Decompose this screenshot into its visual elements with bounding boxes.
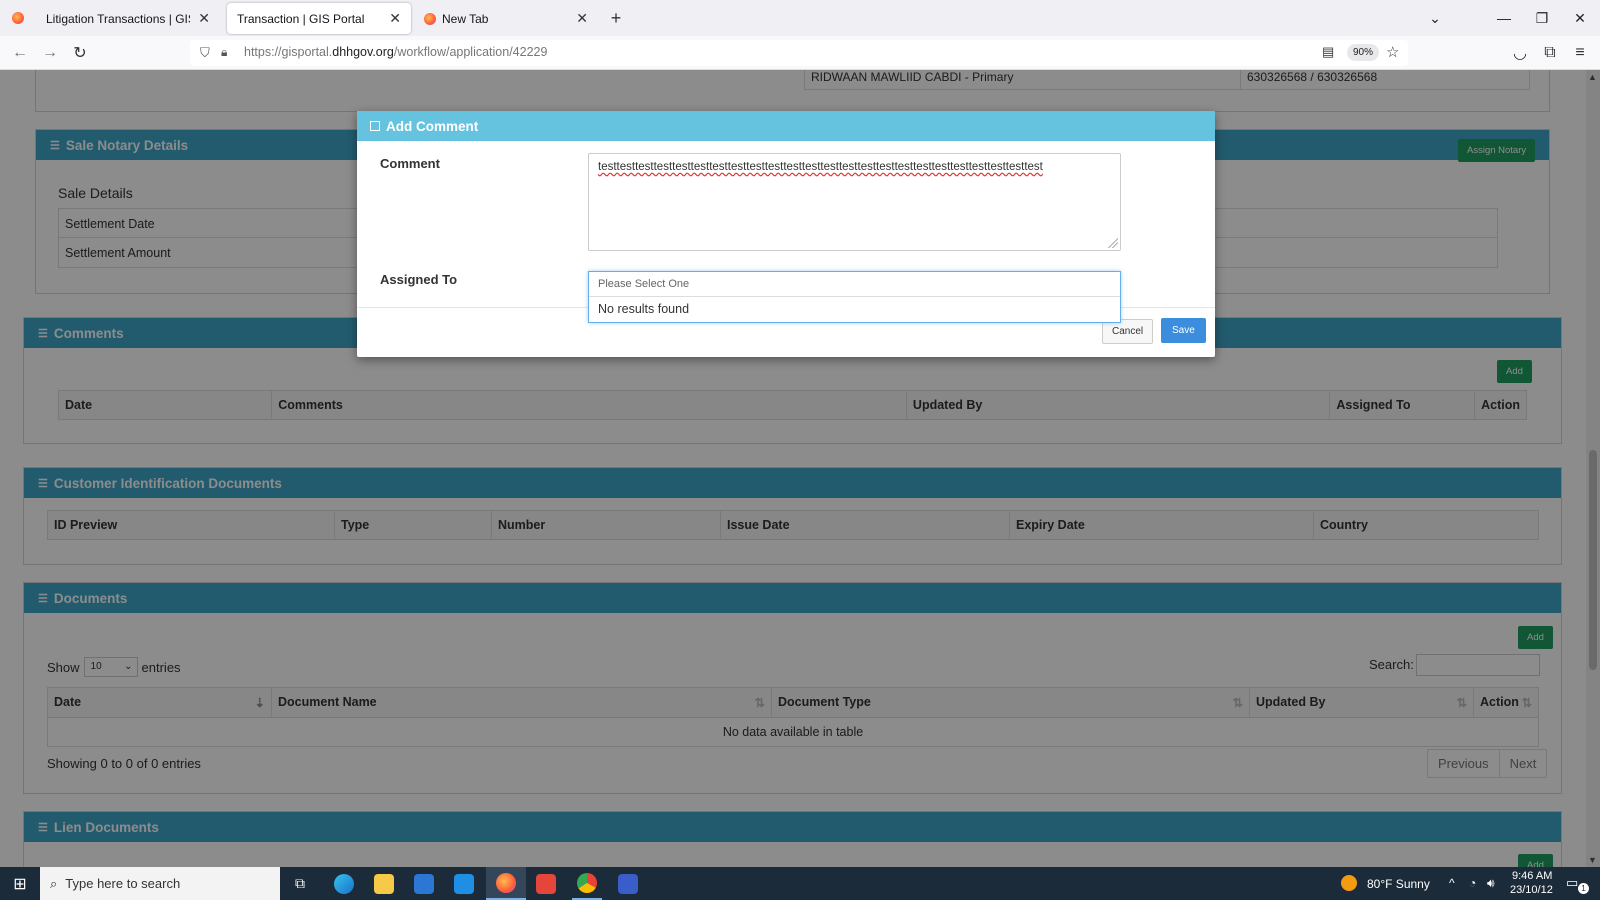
- search-placeholder: Type here to search: [65, 876, 181, 891]
- tab-litigation[interactable]: Litigation Transactions | GIS Portal ✕: [36, 3, 220, 34]
- edge-icon[interactable]: [331, 867, 357, 900]
- url-text[interactable]: https://gisportal.dhhgov.org/workflow/ap…: [244, 45, 547, 59]
- taskbar-search[interactable]: ⌕ Type here to search: [40, 867, 280, 900]
- assigned-to-label: Assigned To: [380, 272, 458, 287]
- browser-nav-bar: ← → ↻ ⛉ 🔒︎ https://gisportal.dhhgov.org/…: [0, 36, 1600, 70]
- save-button[interactable]: Save: [1161, 318, 1206, 343]
- forward-arrow-icon[interactable]: →: [39, 42, 61, 64]
- tab-title: Transaction | GIS Portal: [237, 11, 365, 26]
- menu-icon[interactable]: ≡: [1569, 42, 1591, 64]
- weather-sun-icon: [1341, 875, 1357, 891]
- notification-badge: 1: [1578, 883, 1589, 894]
- close-icon[interactable]: ✕: [198, 10, 210, 27]
- tab-title: Litigation Transactions | GIS Portal: [46, 11, 190, 26]
- firefox-taskbar-icon[interactable]: [486, 867, 526, 900]
- restore-icon[interactable]: ❐: [1523, 0, 1561, 36]
- network-icon[interactable]: ◔: [1469, 876, 1476, 890]
- comment-text: testtesttesttesttesttesttesttesttesttest…: [598, 161, 1043, 173]
- tab-new[interactable]: New Tab ✕: [414, 3, 598, 34]
- close-icon[interactable]: ✕: [389, 10, 401, 27]
- notification-icon[interactable]: ▭: [1566, 875, 1578, 891]
- task-view-icon[interactable]: ⧉: [290, 867, 310, 900]
- reader-view-icon[interactable]: ▤: [1322, 44, 1334, 60]
- dropdown-search-input[interactable]: Please Select One: [589, 272, 1120, 297]
- chevron-down-icon[interactable]: ⌄: [1416, 0, 1454, 36]
- tab-transaction[interactable]: Transaction | GIS Portal ✕: [227, 3, 411, 34]
- assigned-to-dropdown[interactable]: Please Select One No results found: [588, 271, 1121, 323]
- chevron-up-icon[interactable]: ^: [1449, 876, 1455, 890]
- no-results-message: No results found: [598, 302, 690, 316]
- firefox-icon: [424, 12, 436, 25]
- new-tab-button[interactable]: +: [606, 0, 626, 36]
- extensions-icon[interactable]: ⧉: [1539, 42, 1561, 64]
- weather-text[interactable]: 80°F Sunny: [1367, 877, 1430, 891]
- file-explorer-icon[interactable]: [371, 867, 397, 900]
- browser-tab-bar: Litigation Transactions | GIS Portal ✕ T…: [0, 0, 1600, 36]
- windows-taskbar: ⊞ ⌕ Type here to search ⧉ 80°F Sunny ^ ◔…: [0, 867, 1600, 900]
- resize-handle-icon[interactable]: [1108, 238, 1118, 248]
- firefox-menu-icon[interactable]: [8, 0, 28, 36]
- zoom-level[interactable]: 90%: [1347, 44, 1380, 61]
- search-icon: ⌕: [50, 875, 58, 891]
- tab-title: New Tab: [442, 11, 489, 26]
- bookmark-star-icon[interactable]: ☆: [1386, 43, 1399, 61]
- mail-icon[interactable]: [451, 867, 477, 900]
- clock-date[interactable]: 23/10/12: [1510, 884, 1553, 896]
- close-window-icon[interactable]: ✕: [1561, 0, 1599, 36]
- reload-icon[interactable]: ↻: [69, 42, 91, 64]
- lock-icon[interactable]: 🔒︎: [221, 45, 227, 60]
- add-comment-modal: Add Comment Comment testtesttesttesttest…: [357, 111, 1215, 357]
- back-arrow-icon[interactable]: ←: [9, 42, 31, 64]
- minimize-icon[interactable]: —: [1485, 0, 1523, 36]
- modal-header: Add Comment: [357, 111, 1215, 141]
- app-icon[interactable]: [615, 867, 641, 900]
- clock-time[interactable]: 9:46 AM: [1512, 870, 1552, 882]
- comment-textarea[interactable]: testtesttesttesttesttesttesttesttesttest…: [588, 153, 1121, 251]
- anydesk-icon[interactable]: [533, 867, 559, 900]
- close-icon[interactable]: ✕: [576, 10, 588, 27]
- volume-icon[interactable]: 🔊︎: [1487, 876, 1495, 891]
- windows-start-icon[interactable]: ⊞: [6, 867, 34, 900]
- checkbox-square-icon: [370, 121, 380, 131]
- store-icon[interactable]: [411, 867, 437, 900]
- comment-label: Comment: [380, 156, 440, 171]
- url-bar[interactable]: ⛉ 🔒︎ https://gisportal.dhhgov.org/workfl…: [190, 40, 1408, 66]
- pocket-icon[interactable]: ◡: [1509, 42, 1531, 64]
- chrome-icon[interactable]: [572, 867, 602, 900]
- shield-icon[interactable]: ⛉: [200, 45, 210, 61]
- modal-title: Add Comment: [386, 118, 479, 134]
